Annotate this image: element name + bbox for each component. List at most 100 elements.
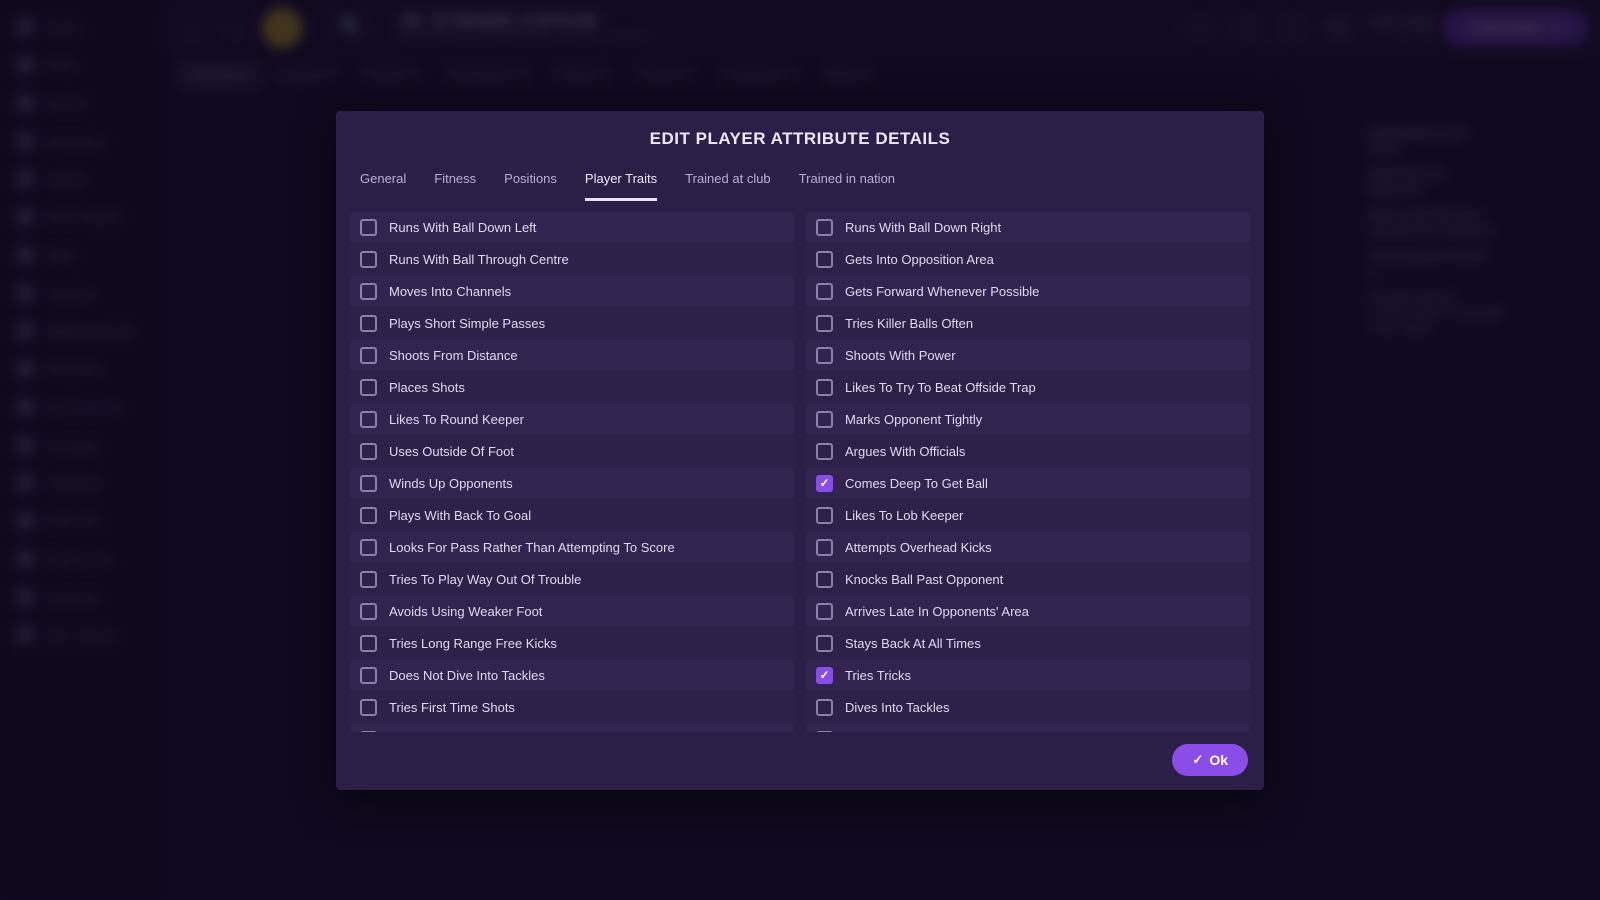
- trait-checkbox[interactable]: [816, 379, 833, 396]
- trait-checkbox[interactable]: [816, 219, 833, 236]
- trait-label: Dives Into Tackles: [845, 700, 950, 715]
- trait-row[interactable]: Dives Into Tackles: [806, 692, 1250, 723]
- trait-row[interactable]: Tries Killer Balls Often: [806, 308, 1250, 339]
- trait-checkbox[interactable]: [816, 347, 833, 364]
- trait-checkbox[interactable]: [360, 251, 377, 268]
- trait-label: Plays With Back To Goal: [389, 508, 531, 523]
- modal-tab[interactable]: Trained at club: [685, 163, 771, 201]
- trait-checkbox[interactable]: [816, 507, 833, 524]
- trait-row[interactable]: Winds Up Opponents: [350, 468, 794, 499]
- trait-checkbox[interactable]: [816, 475, 833, 492]
- trait-label: Uses Outside Of Foot: [389, 444, 514, 459]
- trait-label: Shoots From Distance: [389, 348, 518, 363]
- trait-row[interactable]: Tries First Time Shots: [350, 692, 794, 723]
- trait-checkbox[interactable]: [816, 667, 833, 684]
- trait-label: Knocks Ball Past Opponent: [845, 572, 1003, 587]
- trait-checkbox[interactable]: [360, 667, 377, 684]
- trait-column-right: Runs With Ball Down Right Gets Into Oppos…: [806, 212, 1250, 732]
- trait-label: Likes To Lob Keeper: [845, 508, 963, 523]
- trait-checkbox[interactable]: [816, 443, 833, 460]
- trait-row[interactable]: Places Shots: [350, 372, 794, 403]
- ok-label: Ok: [1209, 752, 1228, 768]
- modal-tab[interactable]: Player Traits: [585, 163, 657, 201]
- trait-label: Runs With Ball Down Left: [389, 220, 536, 235]
- trait-columns: Runs With Ball Down Left Runs With Ball T…: [336, 202, 1264, 738]
- trait-row[interactable]: Marks Opponent Tightly: [806, 404, 1250, 435]
- trait-row[interactable]: Tries Tricks: [806, 660, 1250, 691]
- trait-checkbox[interactable]: [360, 507, 377, 524]
- trait-row[interactable]: Plays With Back To Goal: [350, 500, 794, 531]
- trait-checkbox[interactable]: [360, 411, 377, 428]
- trait-checkbox[interactable]: [360, 603, 377, 620]
- trait-row[interactable]: Tries To Play Way Out Of Trouble: [350, 564, 794, 595]
- trait-checkbox[interactable]: [360, 219, 377, 236]
- trait-label: Plays Short Simple Passes: [389, 316, 545, 331]
- trait-checkbox[interactable]: [360, 379, 377, 396]
- edit-attribute-modal: EDIT PLAYER ATTRIBUTE DETAILS GeneralFit…: [336, 111, 1264, 790]
- trait-label: Shoots With Power: [845, 348, 956, 363]
- trait-label: Tries First Time Shots: [389, 700, 515, 715]
- trait-row[interactable]: Likes To Lob Keeper: [806, 500, 1250, 531]
- trait-checkbox[interactable]: [360, 283, 377, 300]
- trait-checkbox[interactable]: [816, 539, 833, 556]
- trait-row[interactable]: Moves Into Channels: [350, 276, 794, 307]
- trait-label: Avoids Using Weaker Foot: [389, 604, 542, 619]
- trait-row[interactable]: Attempts Overhead Kicks: [806, 532, 1250, 563]
- trait-label: Gets Into Opposition Area: [845, 252, 994, 267]
- trait-row[interactable]: Gets Forward Whenever Possible: [806, 276, 1250, 307]
- trait-checkbox[interactable]: [816, 315, 833, 332]
- modal-tab[interactable]: Fitness: [434, 163, 476, 201]
- trait-checkbox[interactable]: [816, 411, 833, 428]
- ok-button[interactable]: Ok: [1172, 744, 1248, 776]
- trait-row[interactable]: Uses Outside Of Foot: [350, 436, 794, 467]
- trait-checkbox[interactable]: [816, 571, 833, 588]
- trait-checkbox[interactable]: [360, 571, 377, 588]
- trait-checkbox[interactable]: [816, 283, 833, 300]
- modal-tab[interactable]: General: [360, 163, 406, 201]
- modal-tab[interactable]: Positions: [504, 163, 557, 201]
- trait-label: Tries Killer Balls Often: [845, 316, 973, 331]
- trait-row[interactable]: Avoids Using Weaker Foot: [350, 596, 794, 627]
- trait-checkbox[interactable]: [360, 443, 377, 460]
- trait-checkbox[interactable]: [816, 731, 833, 732]
- trait-row[interactable]: Cuts Inside From Both Wings: [806, 724, 1250, 732]
- modal-footer: Ok: [336, 738, 1264, 776]
- trait-checkbox[interactable]: [360, 731, 377, 732]
- trait-row[interactable]: Shoots With Power: [806, 340, 1250, 371]
- trait-checkbox[interactable]: [360, 475, 377, 492]
- trait-row[interactable]: Runs With Ball Through Centre: [350, 244, 794, 275]
- trait-row[interactable]: Looks For Pass Rather Than Attempting To…: [350, 532, 794, 563]
- trait-label: Moves Into Channels: [389, 284, 511, 299]
- trait-row[interactable]: Argues With Officials: [806, 436, 1250, 467]
- trait-row[interactable]: Likes Ball Played Into Feet: [350, 724, 794, 732]
- trait-row[interactable]: Plays Short Simple Passes: [350, 308, 794, 339]
- trait-row[interactable]: Does Not Dive Into Tackles: [350, 660, 794, 691]
- modal-tabs: General Fitness Positions Player Traits Trai…: [336, 163, 1264, 202]
- trait-checkbox[interactable]: [360, 699, 377, 716]
- trait-checkbox[interactable]: [360, 315, 377, 332]
- trait-row[interactable]: Comes Deep To Get Ball: [806, 468, 1250, 499]
- trait-label: Marks Opponent Tightly: [845, 412, 982, 427]
- trait-row[interactable]: Gets Into Opposition Area: [806, 244, 1250, 275]
- trait-checkbox[interactable]: [360, 635, 377, 652]
- trait-row[interactable]: Likes To Try To Beat Offside Trap: [806, 372, 1250, 403]
- trait-row[interactable]: Knocks Ball Past Opponent: [806, 564, 1250, 595]
- trait-row[interactable]: Tries Long Range Free Kicks: [350, 628, 794, 659]
- trait-row[interactable]: Runs With Ball Down Right: [806, 212, 1250, 243]
- trait-label: Places Shots: [389, 380, 465, 395]
- trait-label: Does Not Dive Into Tackles: [389, 668, 545, 683]
- trait-row[interactable]: Likes To Round Keeper: [350, 404, 794, 435]
- trait-checkbox[interactable]: [816, 251, 833, 268]
- trait-checkbox[interactable]: [816, 603, 833, 620]
- trait-checkbox[interactable]: [360, 539, 377, 556]
- trait-checkbox[interactable]: [816, 699, 833, 716]
- modal-tab[interactable]: Trained in nation: [799, 163, 895, 201]
- trait-checkbox[interactable]: [360, 347, 377, 364]
- trait-label: Winds Up Opponents: [389, 476, 513, 491]
- trait-label: Attempts Overhead Kicks: [845, 540, 992, 555]
- trait-row[interactable]: Arrives Late In Opponents' Area: [806, 596, 1250, 627]
- trait-checkbox[interactable]: [816, 635, 833, 652]
- trait-row[interactable]: Stays Back At All Times: [806, 628, 1250, 659]
- trait-row[interactable]: Runs With Ball Down Left: [350, 212, 794, 243]
- trait-row[interactable]: Shoots From Distance: [350, 340, 794, 371]
